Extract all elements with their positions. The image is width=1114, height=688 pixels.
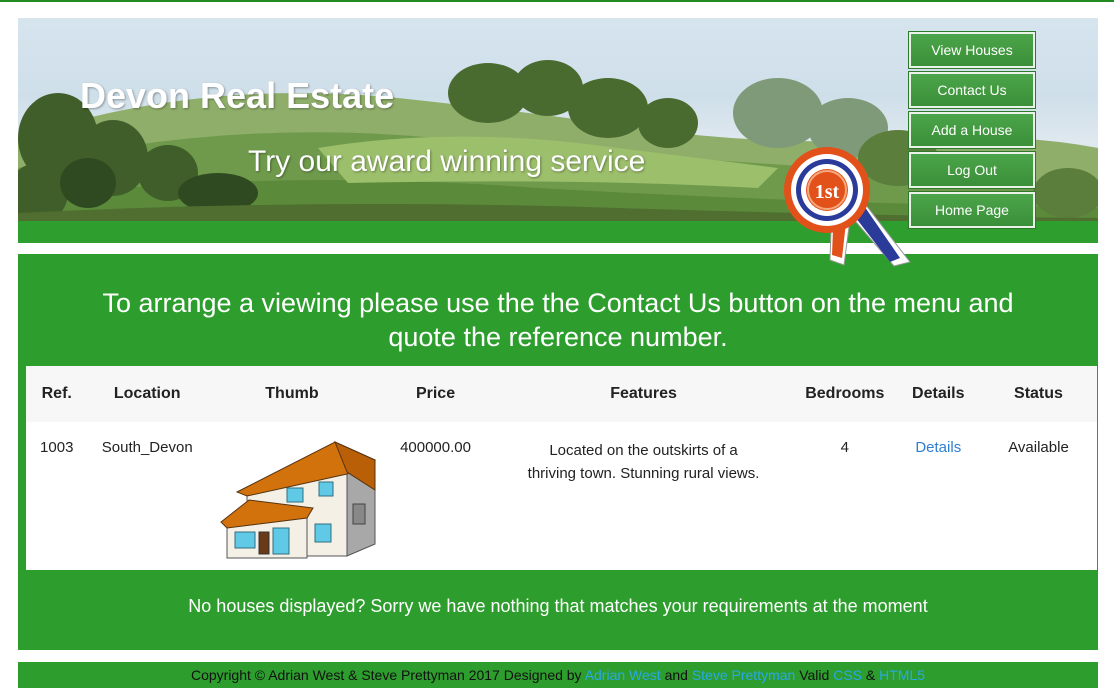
footer-amp: &	[865, 667, 876, 683]
footer-link-html5[interactable]: HTML5	[879, 667, 925, 683]
col-header-bedrooms: Bedrooms	[805, 385, 885, 402]
col-header-location: Location	[113, 385, 181, 402]
site-footer: Copyright © Adrian West & Steve Prettyma…	[18, 662, 1098, 688]
col-header-status: Status	[1014, 385, 1063, 402]
viewing-instructions: To arrange a viewing please use the the …	[18, 286, 1098, 354]
nav-add-house-button[interactable]: Add a House	[908, 111, 1036, 149]
intro-line-2: quote the reference number.	[388, 322, 728, 352]
cell-location: South_Devon	[101, 439, 193, 456]
footer-copyright: Copyright © Adrian West & Steve Prettyma…	[190, 667, 582, 683]
cell-status: Available	[1008, 439, 1069, 456]
header-divider	[18, 243, 1098, 253]
cell-thumb	[207, 422, 377, 564]
footer-and: and	[664, 667, 688, 683]
col-header-features: Features	[610, 385, 677, 402]
nav-log-out-button[interactable]: Log Out	[908, 151, 1036, 189]
main-nav: View Houses Contact Us Add a House Log O…	[908, 31, 1036, 229]
nav-home-page-button[interactable]: Home Page	[908, 191, 1036, 229]
rosette-label: 1st	[815, 181, 840, 203]
col-header-ref: Ref.	[41, 385, 72, 402]
site-title: Devon Real Estate	[80, 75, 395, 116]
houses-table-container: Ref. Location Thumb Price Features Bedro…	[26, 366, 1097, 570]
site-slogan: Try our award winning service	[248, 145, 646, 178]
table-row: 1003 South_Devon 400000.00 Located on th…	[26, 422, 1097, 564]
cell-details: Details	[897, 422, 980, 564]
footer-link-steve-prettyman[interactable]: Steve Prettyman	[692, 667, 796, 683]
footer-link-css[interactable]: CSS	[833, 667, 862, 683]
houses-table: Ref. Location Thumb Price Features Bedro…	[26, 366, 1097, 564]
footer-valid: Valid	[799, 667, 830, 683]
top-border	[0, 0, 1114, 10]
col-header-price: Price	[415, 385, 456, 402]
features-text: Located on the outskirts of a thriving t…	[527, 442, 760, 482]
house-thumbnail-icon	[220, 441, 377, 559]
details-link[interactable]: Details	[915, 439, 961, 456]
table-header-row: Ref. Location Thumb Price Features Bedro…	[26, 366, 1097, 422]
col-header-details: Details	[912, 385, 965, 402]
nav-view-houses-button[interactable]: View Houses	[908, 31, 1036, 69]
main-content: To arrange a viewing please use the the …	[18, 254, 1098, 650]
cell-ref: 1003	[40, 439, 74, 456]
cell-features: Located on the outskirts of a thriving t…	[494, 422, 793, 564]
nav-contact-us-button[interactable]: Contact Us	[908, 71, 1036, 109]
footer-link-adrian-west[interactable]: Adrian West	[585, 667, 661, 683]
cell-price: 400000.00	[400, 439, 471, 456]
award-rosette-icon: 1st	[784, 147, 911, 267]
col-header-thumb: Thumb	[265, 385, 319, 402]
intro-line-1: To arrange a viewing please use the the …	[102, 288, 1014, 318]
no-results-notice: No houses displayed? Sorry we have nothi…	[188, 596, 928, 616]
cell-bedrooms: 4	[840, 439, 849, 456]
